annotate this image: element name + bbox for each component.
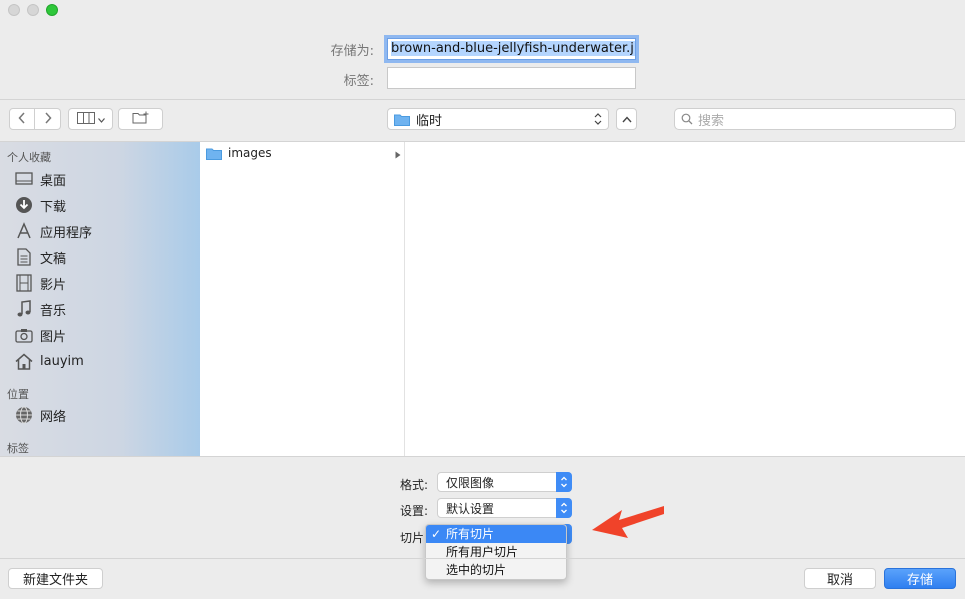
settings-popup[interactable]: 默认设置 (437, 498, 572, 518)
download-icon (14, 195, 34, 215)
applications-icon (14, 221, 34, 241)
tags-field[interactable] (387, 67, 636, 89)
sidebar: 个人收藏 桌面 下载 应用程序 文稿 影片 音乐 图片 lauyim 位置 网络… (0, 142, 200, 456)
menu-item-selected-slices[interactable]: 选中的切片 (426, 561, 566, 579)
sidebar-item-label: 音乐 (40, 303, 67, 319)
red-arrow-annotation-icon (592, 506, 664, 538)
footer-divider (0, 558, 965, 559)
network-globe-icon (14, 405, 34, 425)
new-folder-icon (132, 111, 150, 127)
up-down-arrows-icon (594, 112, 602, 130)
chevron-left-icon (18, 111, 26, 127)
tags-header: 标签 (7, 442, 29, 455)
sidebar-item-label: 文稿 (40, 251, 67, 267)
new-folder-toolbar-button[interactable] (118, 108, 163, 130)
favorites-header: 个人收藏 (7, 151, 51, 164)
desktop-icon (14, 169, 34, 189)
filename-field[interactable]: brown-and-blue-jellyfish-underwater.jpg (387, 38, 636, 60)
sidebar-item-documents[interactable]: 文稿 (14, 246, 66, 268)
browser-column-1: images (200, 142, 405, 456)
settings-value: 默认设置 (446, 501, 495, 516)
filename-value: brown-and-blue-jellyfish-underwater.jpg (391, 41, 635, 56)
sidebar-item-label: 下载 (40, 199, 67, 215)
tags-label: 标签: (343, 74, 374, 89)
save-button[interactable]: 存储 (884, 568, 956, 589)
location-popup[interactable]: 临时 (387, 108, 609, 130)
sidebar-item-pictures[interactable]: 图片 (14, 324, 66, 346)
chevron-right-icon (44, 111, 52, 127)
sidebar-item-label: 桌面 (40, 173, 67, 189)
sidebar-item-label: 影片 (40, 277, 67, 293)
menu-item-label: 选中的切片 (446, 563, 507, 577)
new-folder-button[interactable]: 新建文件夹 (8, 568, 103, 589)
up-down-arrows-icon (556, 472, 572, 492)
folder-icon (394, 113, 410, 126)
sidebar-item-applications[interactable]: 应用程序 (14, 220, 92, 242)
up-down-arrows-icon (556, 498, 572, 518)
menu-item-label: 所有切片 (446, 527, 495, 541)
slices-dropdown-menu: ✓ 所有切片 所有用户切片 选中的切片 (425, 524, 567, 580)
location-value: 临时 (416, 113, 443, 129)
chevron-down-icon (97, 112, 105, 126)
search-placeholder: 搜索 (698, 113, 725, 129)
view-mode-button[interactable] (68, 108, 113, 130)
movies-icon (14, 273, 34, 293)
zoom-window-button[interactable] (46, 4, 58, 16)
browser-column-2 (405, 142, 965, 456)
menu-item-label: 所有用户切片 (446, 545, 519, 559)
sidebar-item-label: lauyim (40, 353, 84, 369)
folder-name: images (228, 146, 272, 160)
browser-divider (0, 456, 965, 457)
expand-collapse-button[interactable] (616, 108, 637, 130)
save-as-label: 存储为: (330, 44, 374, 59)
pictures-icon (14, 325, 34, 345)
home-icon (14, 351, 34, 371)
sidebar-item-music[interactable]: 音乐 (14, 298, 66, 320)
minimize-window-button[interactable] (27, 4, 39, 16)
search-field[interactable]: 搜索 (674, 108, 956, 130)
music-icon (14, 299, 34, 319)
sidebar-item-network[interactable]: 网络 (14, 404, 66, 426)
columns-view-icon (76, 111, 95, 127)
sidebar-item-movies[interactable]: 影片 (14, 272, 66, 294)
forward-button[interactable] (35, 108, 61, 130)
slices-label: 切片 (399, 531, 424, 545)
settings-label: 设置: (399, 504, 428, 518)
documents-icon (14, 247, 34, 267)
search-icon (681, 113, 693, 125)
close-window-button[interactable] (8, 4, 20, 16)
sidebar-item-label: 应用程序 (40, 225, 93, 241)
sidebar-item-home[interactable]: lauyim (14, 350, 84, 372)
format-label: 格式: (399, 478, 428, 492)
format-value: 仅限图像 (446, 475, 495, 490)
disclosure-triangle-icon (395, 148, 401, 163)
sidebar-item-downloads[interactable]: 下载 (14, 194, 66, 216)
list-item[interactable]: images (200, 144, 404, 162)
locations-header: 位置 (7, 388, 29, 401)
folder-icon (206, 147, 222, 160)
sidebar-item-label: 网络 (40, 409, 67, 425)
sidebar-item-desktop[interactable]: 桌面 (14, 168, 66, 190)
cancel-button[interactable]: 取消 (804, 568, 876, 589)
header-divider (0, 99, 965, 100)
sidebar-item-label: 图片 (40, 329, 67, 345)
checkmark-icon: ✓ (431, 527, 442, 541)
format-popup[interactable]: 仅限图像 (437, 472, 572, 492)
chevron-up-icon (621, 112, 632, 126)
back-button[interactable] (9, 108, 35, 130)
title-bar (0, 0, 965, 22)
menu-item-all-slices[interactable]: ✓ 所有切片 (426, 525, 566, 543)
